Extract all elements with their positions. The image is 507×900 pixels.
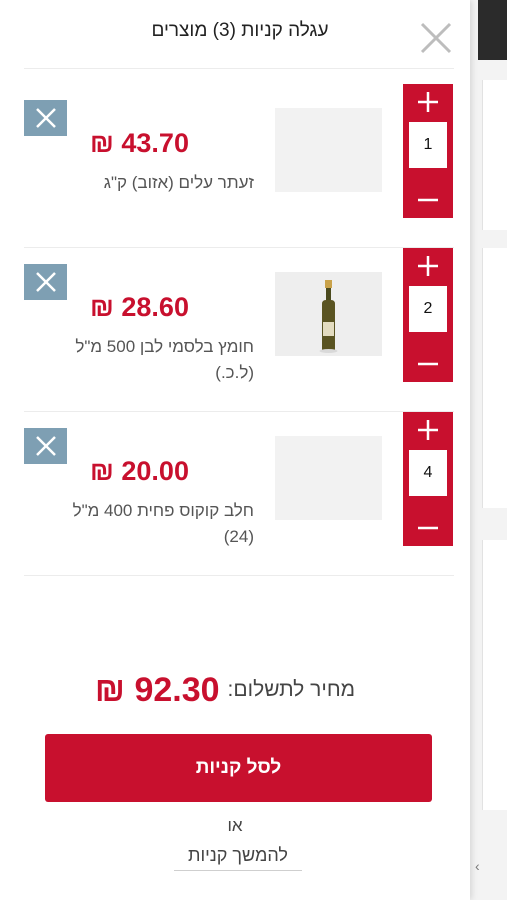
close-icon (35, 272, 56, 292)
total-label: מחיר לתשלום: (227, 678, 356, 701)
cart-panel: עגלה קניות (3) מוצרים ₪ 43.70 זעתר עלים … (0, 0, 470, 900)
item-name: זעתר עלים (אזוב) ק"ג (103, 173, 254, 192)
item-name: חומץ בלסמי לבן 500 מ"ל (ל.כ.) (75, 337, 254, 382)
item-price-value: 20.00 (121, 456, 189, 486)
plus-icon (418, 92, 438, 112)
checkout-button[interactable]: לסל קניות (45, 734, 432, 802)
quantity-input[interactable]: 2 (409, 286, 447, 332)
remove-item-button[interactable] (24, 428, 67, 464)
background-header (478, 0, 507, 60)
increase-quantity-button[interactable] (403, 412, 453, 448)
item-price: ₪ 28.60 (90, 292, 253, 323)
increase-quantity-button[interactable] (403, 248, 453, 284)
plus-icon (418, 256, 438, 276)
shekel-symbol: ₪ (90, 456, 114, 486)
minus-icon (418, 526, 438, 530)
item-price-value: 43.70 (121, 128, 189, 158)
background-card (482, 540, 507, 810)
product-image[interactable] (275, 272, 382, 356)
quantity-stepper: 1 (403, 84, 453, 218)
or-text: או (227, 816, 243, 835)
plus-icon (418, 420, 438, 440)
background-card (482, 80, 507, 230)
shekel-symbol: ₪ (94, 670, 125, 709)
cart-item: ₪ 43.70 זעתר עלים (אזוב) ק"ג 1 (0, 84, 470, 248)
close-icon (420, 22, 452, 54)
product-image-placeholder[interactable] (275, 436, 382, 520)
quantity-stepper: 4 (403, 412, 453, 546)
total-row: מחיר לתשלום: 92.30 ₪ (60, 668, 390, 712)
minus-icon (418, 362, 438, 366)
product-image-placeholder[interactable] (275, 108, 382, 192)
remove-item-button[interactable] (24, 100, 67, 136)
header-divider (24, 68, 454, 69)
close-icon (35, 436, 56, 456)
shekel-symbol: ₪ (90, 292, 114, 322)
cart-item: ₪ 20.00 חלב קוקוס פחית 400 מ"ל (24) 4 (0, 412, 470, 576)
quantity-input[interactable]: 1 (409, 122, 447, 168)
quantity-input[interactable]: 4 (409, 450, 447, 496)
decrease-quantity-button[interactable] (403, 182, 453, 218)
item-price-value: 28.60 (121, 292, 189, 322)
shekel-symbol: ₪ (90, 128, 114, 158)
bottle-image (275, 272, 382, 356)
item-divider (24, 575, 454, 576)
cart-item: ₪ 28.60 חומץ בלסמי לבן 500 מ"ל (ל.כ.) 2 (0, 248, 470, 412)
cart-title: עגלה קניות (3) מוצרים (151, 20, 329, 41)
quantity-stepper: 2 (403, 248, 453, 382)
item-name: חלב קוקוס פחית 400 מ"ל (24) (72, 501, 254, 546)
minus-icon (418, 198, 438, 202)
item-price: ₪ 43.70 (90, 128, 253, 159)
item-price: ₪ 20.00 (90, 456, 253, 487)
continue-shopping-link[interactable]: להמשך קניות (174, 845, 302, 871)
close-cart-button[interactable] (418, 20, 454, 56)
decrease-quantity-button[interactable] (403, 346, 453, 382)
total-price-value: 92.30 (134, 670, 220, 709)
decrease-quantity-button[interactable] (403, 510, 453, 546)
increase-quantity-button[interactable] (403, 84, 453, 120)
remove-item-button[interactable] (24, 264, 67, 300)
close-icon (35, 108, 56, 128)
chevron-left-icon: ‹ (475, 858, 480, 874)
total-price: 92.30 ₪ (95, 671, 220, 710)
background-card (482, 248, 507, 508)
